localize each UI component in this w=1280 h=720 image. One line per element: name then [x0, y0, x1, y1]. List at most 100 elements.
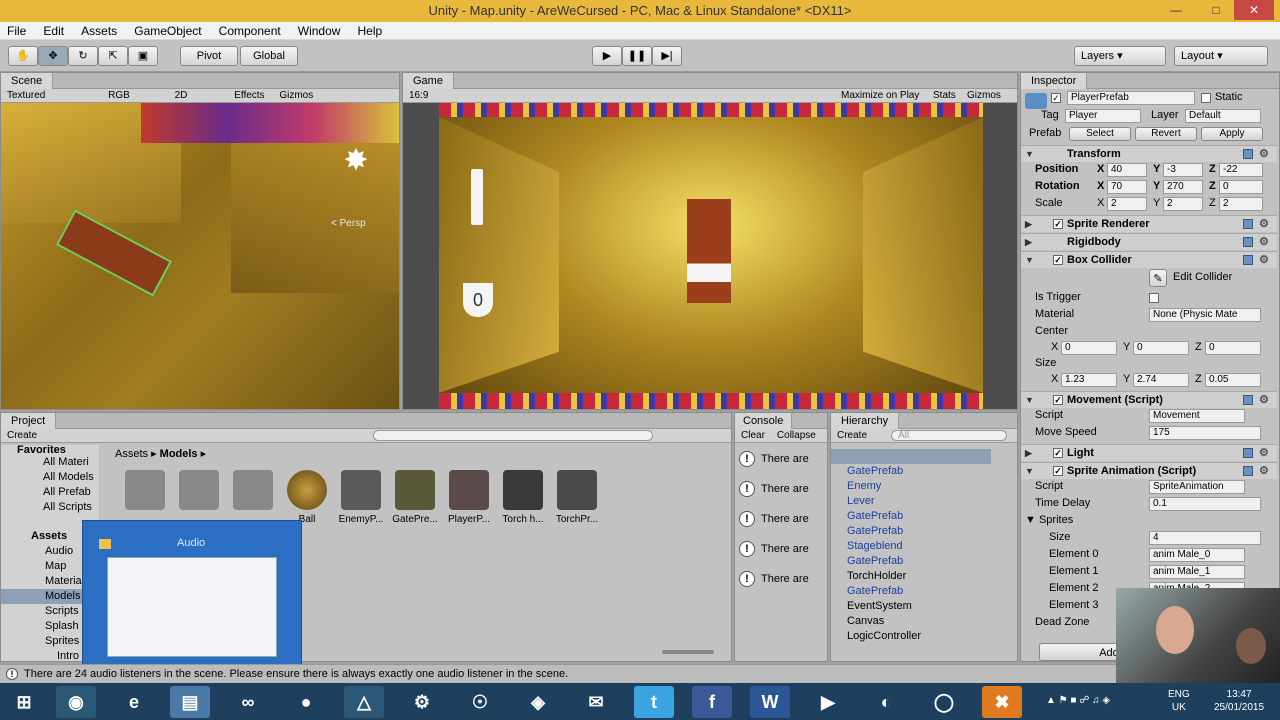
pivot-toggle[interactable]: Pivot [180, 46, 238, 66]
project-search-input[interactable] [373, 430, 653, 441]
console-row[interactable]: ! There are [739, 539, 809, 569]
console-row[interactable]: ! There are [739, 479, 809, 509]
steam-icon[interactable]: ⚙ [402, 686, 442, 718]
tab-hierarchy[interactable]: Hierarchy [831, 413, 900, 429]
tab-console[interactable]: Console [735, 413, 793, 429]
thumbnail-size-slider[interactable] [662, 650, 714, 654]
gear-icon[interactable]: ⚙ [1259, 254, 1271, 266]
facebook-icon[interactable]: f [692, 686, 732, 718]
help-book-icon[interactable] [1243, 255, 1253, 265]
position-z-field[interactable]: -22 [1219, 163, 1263, 177]
menu-component[interactable]: Component [212, 22, 288, 40]
app-orange-icon[interactable]: ✖ [982, 686, 1022, 718]
console-clear-button[interactable]: Clear [735, 429, 771, 443]
folder-splash[interactable]: Splash [45, 619, 79, 634]
play-button-icon[interactable]: ▶ [592, 46, 622, 66]
chrome-icon[interactable]: ◉ [56, 686, 96, 718]
rect-tool-icon[interactable]: ▣ [128, 46, 158, 66]
clock[interactable]: 13:47 25/01/2015 [1214, 688, 1264, 714]
light-checkbox[interactable]: ✓ [1053, 448, 1063, 458]
app-icon[interactable]: ◈ [518, 686, 558, 718]
gear-icon[interactable]: ⚙ [1259, 148, 1271, 160]
tab-game[interactable]: Game [403, 73, 454, 89]
tab-scene[interactable]: Scene [1, 73, 54, 89]
hierarchy-create-dropdown[interactable]: Create [831, 429, 873, 443]
anim-script-field[interactable]: SpriteAnimation [1149, 480, 1245, 494]
scale-y-field[interactable]: 2 [1163, 197, 1203, 211]
help-book-icon[interactable] [1243, 237, 1253, 247]
hierarchy-item[interactable]: Enemy [847, 479, 881, 494]
layout-dropdown[interactable]: Layout ▾ [1174, 46, 1268, 66]
sprite-renderer-header[interactable]: ▶ ✓ Sprite Renderer ⚙ [1021, 215, 1277, 232]
app-green-icon[interactable]: ◯ [924, 686, 964, 718]
rotation-y-field[interactable]: 270 [1163, 180, 1203, 194]
windows-start-icon[interactable]: ⊞ [4, 686, 44, 718]
console-row[interactable]: ! There are [739, 509, 809, 539]
asset-torch-holder[interactable]: Torch h... [498, 470, 548, 525]
favorite-item[interactable]: All Models [43, 470, 94, 485]
edit-collider-icon[interactable]: ✎ [1149, 269, 1167, 287]
sprite-animation-header[interactable]: ▼ ✓ Sprite Animation (Script) ⚙ [1021, 462, 1277, 479]
hierarchy-item[interactable]: GatePrefab [847, 584, 903, 599]
scale-x-field[interactable]: 2 [1107, 197, 1147, 211]
menu-help[interactable]: Help [351, 22, 390, 40]
element-0-field[interactable]: anim Male_0 [1149, 548, 1245, 562]
obs-icon[interactable]: ☉ [460, 686, 500, 718]
sprites-size-field[interactable]: 4 [1149, 531, 1261, 545]
favorite-item[interactable]: All Prefab [43, 485, 91, 500]
close-button[interactable]: ✕ [1234, 0, 1274, 20]
hierarchy-item[interactable]: GatePrefab [847, 464, 903, 479]
prefab-apply-button[interactable]: Apply [1201, 127, 1263, 141]
gameobject-name-field[interactable]: PlayerPrefab [1067, 91, 1195, 105]
sprite-renderer-checkbox[interactable]: ✓ [1053, 219, 1063, 229]
global-toggle[interactable]: Global [240, 46, 298, 66]
folder-map[interactable]: Map [45, 559, 66, 574]
prefab-select-button[interactable]: Select [1069, 127, 1131, 141]
internet-explorer-icon[interactable]: e [114, 686, 154, 718]
minimize-button[interactable]: — [1162, 0, 1190, 20]
asset-gate-prefab[interactable]: GatePre... [390, 470, 440, 525]
hierarchy-item[interactable]: GatePrefab [847, 509, 903, 524]
console-collapse-button[interactable]: Collapse [771, 429, 822, 443]
taskbar-thumbnail-popup[interactable]: Audio [82, 520, 302, 670]
effects-dropdown[interactable]: Effects [228, 89, 270, 103]
asset-item[interactable] [228, 470, 278, 514]
tab-inspector[interactable]: Inspector [1021, 73, 1088, 89]
move-tool-icon[interactable]: ✥ [38, 46, 68, 66]
asset-enemy-prefab[interactable]: EnemyP... [336, 470, 386, 525]
twitter-icon[interactable]: t [634, 686, 674, 718]
sprites-foldout[interactable]: ▼ Sprites [1025, 512, 1073, 529]
menu-window[interactable]: Window [291, 22, 348, 40]
maximize-button[interactable]: □ [1202, 0, 1230, 20]
tab-project[interactable]: Project [1, 413, 57, 429]
scale-z-field[interactable]: 2 [1219, 197, 1263, 211]
menu-gameobject[interactable]: GameObject [127, 22, 208, 40]
persp-label[interactable]: < Persp [331, 218, 366, 229]
position-x-field[interactable]: 40 [1107, 163, 1147, 177]
layer-dropdown[interactable]: Default [1185, 109, 1261, 123]
rgb-dropdown[interactable]: RGB [102, 89, 136, 103]
element-1-field[interactable]: anim Male_1 [1149, 565, 1245, 579]
step-button-icon[interactable]: ▶| [652, 46, 682, 66]
project-create-dropdown[interactable]: Create [1, 429, 43, 443]
blender-icon[interactable]: ◐ [866, 686, 906, 718]
move-speed-field[interactable]: 175 [1149, 426, 1261, 440]
game-gizmos-dropdown[interactable]: Gizmos [961, 89, 1007, 103]
gear-icon[interactable]: ⚙ [1259, 236, 1271, 248]
favorite-item[interactable]: All Scripts [43, 500, 92, 515]
size-y-field[interactable]: 2.74 [1133, 373, 1189, 387]
center-y-field[interactable]: 0 [1133, 341, 1189, 355]
maximize-on-play-toggle[interactable]: Maximize on Play [835, 89, 925, 103]
help-book-icon[interactable] [1243, 219, 1253, 229]
hierarchy-item[interactable]: Lever [847, 494, 875, 509]
sprite-animation-checkbox[interactable]: ✓ [1053, 466, 1063, 476]
movement-script-header[interactable]: ▼ ✓ Movement (Script) ⚙ [1021, 391, 1277, 408]
scale-tool-icon[interactable]: ⇱ [98, 46, 128, 66]
console-row[interactable]: ! There are [739, 569, 809, 599]
folder-intro[interactable]: Intro [57, 649, 79, 661]
game-viewport[interactable]: 0 [439, 103, 983, 409]
breadcrumb-assets[interactable]: Assets [115, 448, 148, 460]
center-x-field[interactable]: 0 [1061, 341, 1117, 355]
menu-assets[interactable]: Assets [74, 22, 124, 40]
hierarchy-item[interactable]: Stageblend [847, 539, 903, 554]
